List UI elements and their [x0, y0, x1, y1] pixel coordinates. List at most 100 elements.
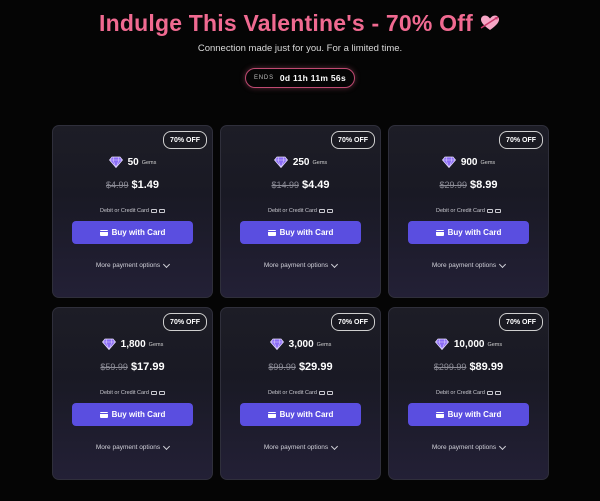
- buy-button-label: Buy with Card: [111, 410, 166, 419]
- discount-badge: 70% OFF: [163, 131, 207, 149]
- payment-method-label: Debit or Credit Card: [100, 208, 149, 214]
- payment-method-label: Debit or Credit Card: [436, 390, 485, 396]
- offer-card: 70% OFF 50 Gems $4.99 $1.49 Debit or Cre…: [52, 125, 213, 298]
- offer-card: 70% OFF 900 Gems $29.99 $8.99 Debit or C…: [388, 125, 549, 298]
- old-price: $59.99: [100, 362, 128, 372]
- new-price: $89.99: [469, 361, 504, 373]
- credit-card-icon: [99, 411, 108, 418]
- more-payment-options-label: More payment options: [431, 262, 497, 269]
- buy-button-label: Buy with Card: [279, 228, 334, 237]
- gem-icon: [101, 338, 116, 350]
- chevron-down-icon: [499, 442, 507, 451]
- price-row: $59.99 $17.99: [53, 361, 212, 373]
- gem-amount: 1,800: [120, 338, 146, 350]
- new-price: $8.99: [470, 179, 498, 191]
- gem-icon: [441, 156, 456, 168]
- gem-row: 1,800 Gems: [53, 338, 212, 350]
- hero-title: Indulge This Valentine's - 70% Off: [0, 10, 600, 37]
- gem-amount: 3,000: [288, 338, 314, 350]
- chevron-down-icon: [163, 260, 171, 269]
- payment-method: Debit or Credit Card: [221, 208, 380, 214]
- buy-button-label: Buy with Card: [111, 228, 166, 237]
- buy-with-card-button[interactable]: Buy with Card: [240, 403, 361, 426]
- discount-badge: 70% OFF: [331, 313, 375, 331]
- offer-card: 70% OFF 3,000 Gems $99.99 $29.99 Debit o…: [220, 307, 381, 480]
- gem-amount: 250: [292, 156, 310, 168]
- gem-icon: [273, 156, 288, 168]
- countdown-timer: ENDS 0d 11h 11m 56s: [245, 68, 355, 88]
- more-payment-options-label: More payment options: [431, 444, 497, 451]
- gem-icon: [269, 338, 284, 350]
- buy-button-label: Buy with Card: [447, 228, 502, 237]
- gem-row: 250 Gems: [221, 156, 380, 168]
- payment-method-label: Debit or Credit Card: [100, 390, 149, 396]
- gem-row: 50 Gems: [53, 156, 212, 168]
- chevron-down-icon: [331, 260, 339, 269]
- old-price: $14.99: [271, 180, 299, 190]
- price-row: $29.99 $8.99: [389, 179, 548, 191]
- more-payment-options[interactable]: More payment options: [389, 442, 548, 451]
- credit-card-icon: [150, 391, 157, 395]
- payment-method-label: Debit or Credit Card: [268, 208, 317, 214]
- gem-unit: Gems: [148, 342, 164, 348]
- offer-grid: 70% OFF 50 Gems $4.99 $1.49 Debit or Cre…: [52, 125, 549, 480]
- more-payment-options[interactable]: More payment options: [221, 442, 380, 451]
- credit-card-icon: [150, 209, 157, 213]
- gem-unit: Gems: [480, 160, 496, 166]
- payment-method-label: Debit or Credit Card: [436, 208, 485, 214]
- gem-unit: Gems: [312, 160, 328, 166]
- credit-card-icon: [486, 209, 493, 213]
- credit-card-icon: [267, 229, 276, 236]
- credit-card-icon: [326, 391, 333, 395]
- price-row: $4.99 $1.49: [53, 179, 212, 191]
- more-payment-options-label: More payment options: [263, 444, 329, 451]
- credit-card-icon: [99, 229, 108, 236]
- credit-card-icon: [486, 391, 493, 395]
- credit-card-icon: [494, 391, 501, 395]
- buy-with-card-button[interactable]: Buy with Card: [72, 403, 193, 426]
- gem-amount: 50: [127, 156, 139, 168]
- chevron-down-icon: [163, 442, 171, 451]
- more-payment-options[interactable]: More payment options: [53, 260, 212, 269]
- new-price: $17.99: [130, 361, 165, 373]
- gem-unit: Gems: [487, 342, 503, 348]
- credit-card-icon: [267, 411, 276, 418]
- hero-title-text: Indulge This Valentine's - 70% Off: [99, 10, 473, 36]
- chevron-down-icon: [331, 442, 339, 451]
- discount-badge: 70% OFF: [499, 313, 543, 331]
- discount-badge: 70% OFF: [499, 131, 543, 149]
- gem-icon: [434, 338, 449, 350]
- more-payment-options-label: More payment options: [95, 444, 161, 451]
- buy-with-card-button[interactable]: Buy with Card: [408, 221, 529, 244]
- payment-method: Debit or Credit Card: [389, 390, 548, 396]
- credit-card-icon: [435, 229, 444, 236]
- discount-badge: 70% OFF: [163, 313, 207, 331]
- gem-row: 900 Gems: [389, 156, 548, 168]
- payment-method: Debit or Credit Card: [389, 208, 548, 214]
- buy-with-card-button[interactable]: Buy with Card: [240, 221, 361, 244]
- old-price: $29.99: [439, 180, 467, 190]
- more-payment-options[interactable]: More payment options: [389, 260, 548, 269]
- gem-amount: 900: [460, 156, 478, 168]
- offer-card: 70% OFF 10,000 Gems $299.99 $89.99 Debit…: [388, 307, 549, 480]
- discount-badge: 70% OFF: [331, 131, 375, 149]
- credit-card-icon: [326, 209, 333, 213]
- buy-button-label: Buy with Card: [279, 410, 334, 419]
- payment-method: Debit or Credit Card: [53, 390, 212, 396]
- heart-arrow-icon: [480, 15, 499, 30]
- timer-value: 0d 11h 11m 56s: [279, 73, 346, 83]
- hero-subtitle: Connection made just for you. For a limi…: [197, 43, 403, 54]
- credit-card-icon: [318, 209, 325, 213]
- payment-method-label: Debit or Credit Card: [268, 390, 317, 396]
- chevron-down-icon: [499, 260, 507, 269]
- gem-unit: Gems: [141, 160, 157, 166]
- gem-row: 3,000 Gems: [221, 338, 380, 350]
- gem-icon: [108, 156, 123, 168]
- credit-card-icon: [318, 391, 325, 395]
- price-row: $99.99 $29.99: [221, 361, 380, 373]
- more-payment-options[interactable]: More payment options: [221, 260, 380, 269]
- offer-page: Indulge This Valentine's - 70% Off Conne…: [0, 0, 600, 501]
- buy-with-card-button[interactable]: Buy with Card: [72, 221, 193, 244]
- more-payment-options[interactable]: More payment options: [53, 442, 212, 451]
- buy-with-card-button[interactable]: Buy with Card: [408, 403, 529, 426]
